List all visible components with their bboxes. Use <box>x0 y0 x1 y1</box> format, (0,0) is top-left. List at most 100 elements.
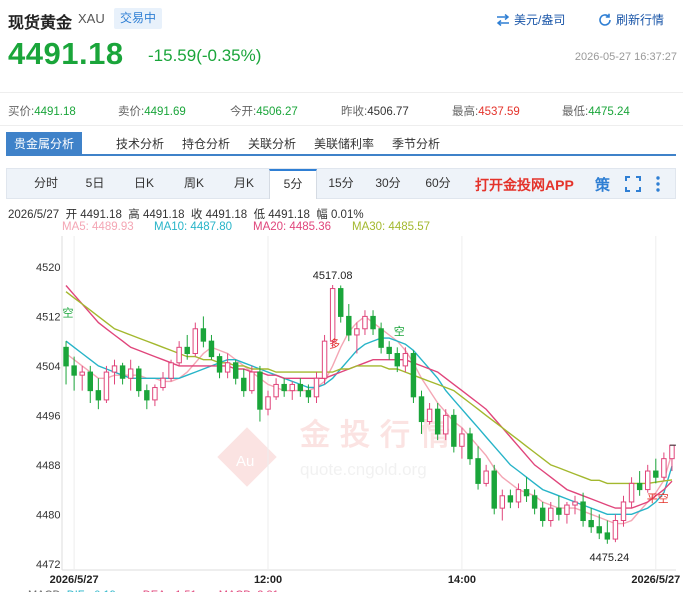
candlestick-chart[interactable]: Au 金投行情 quote.cngold.org 4520 4512 4504 449… <box>0 232 683 592</box>
candle-body <box>531 495 538 509</box>
candle-body <box>289 383 295 392</box>
candle-body <box>451 414 457 447</box>
candle-body <box>168 362 174 379</box>
watermark-logo: Au <box>236 453 254 470</box>
candle-body <box>507 495 514 503</box>
refresh-label: 刷新行情 <box>616 13 665 27</box>
candle <box>208 334 215 360</box>
candle-body <box>232 362 239 379</box>
tab-period-weekly[interactable]: 周K <box>169 169 219 198</box>
signal-marker: 平空 <box>647 491 669 505</box>
signal-marker: 空 <box>394 324 405 338</box>
candle-body <box>596 526 602 534</box>
refresh-button[interactable]: 刷新行情 <box>598 11 664 28</box>
candle <box>297 378 304 397</box>
tab-seasonal-analysis[interactable]: 季节分析 <box>392 132 440 156</box>
tab-technical-analysis[interactable]: 技术分析 <box>116 132 164 156</box>
candle-body <box>362 315 368 330</box>
candle-body <box>539 507 546 522</box>
candle <box>572 495 578 515</box>
watermark-url: quote.cngold.org <box>300 460 427 479</box>
candle <box>515 483 522 509</box>
candle <box>636 471 643 496</box>
x-tick-label: 2026/5/27 <box>631 574 680 586</box>
tab-fed-rate[interactable]: 美联储利率 <box>314 132 374 156</box>
candle-body <box>249 371 255 392</box>
tab-period-intraday[interactable]: 分时 <box>19 169 73 198</box>
candle-body <box>604 532 611 540</box>
candle-body <box>297 383 304 392</box>
currency-unit-label: 美元/盎司 <box>514 13 566 27</box>
candle-body <box>338 288 344 317</box>
candle-body <box>200 328 207 342</box>
candle-body <box>394 353 400 367</box>
candle-body <box>402 353 409 367</box>
candle <box>580 492 586 527</box>
tab-period-30min[interactable]: 30分 <box>365 169 411 198</box>
stat-prev-close: 昨收:4506.77 <box>341 106 409 118</box>
candle-body <box>556 507 562 515</box>
candle <box>192 322 199 357</box>
tab-period-monthly[interactable]: 月K <box>219 169 269 198</box>
candle-body <box>321 340 328 379</box>
candle-body <box>370 315 376 330</box>
candle <box>257 365 263 422</box>
strategy-icon[interactable]: 策 <box>595 174 610 195</box>
current-price: 4491.18 <box>8 36 124 71</box>
tab-precious-metal-analysis[interactable]: 贵金属分析 <box>6 132 83 156</box>
candle <box>63 341 69 385</box>
candle-body <box>386 346 392 355</box>
candle <box>612 514 619 543</box>
candle-body <box>305 390 312 398</box>
candle-body <box>459 433 465 447</box>
tab-period-5day[interactable]: 5日 <box>71 169 119 198</box>
candle-body <box>410 353 417 398</box>
tab-period-daily[interactable]: 日K <box>119 169 169 198</box>
candle <box>168 359 174 382</box>
candle-body <box>281 383 287 392</box>
candle-body <box>354 328 360 336</box>
candle-body <box>523 489 530 497</box>
candle-body <box>612 520 619 540</box>
candle-body <box>208 340 215 358</box>
tab-period-15min[interactable]: 15分 <box>319 169 363 198</box>
y-tick-label: 4496 <box>36 410 60 422</box>
candle <box>491 464 497 515</box>
candle-body <box>491 470 497 509</box>
candle-body <box>378 328 384 348</box>
fullscreen-icon[interactable] <box>625 176 641 196</box>
quote-stats-bar: 买价:4491.18 卖价:4491.69 今开:4506.27 昨收:4506… <box>0 92 683 126</box>
candle-body <box>329 288 336 342</box>
candle <box>176 341 182 366</box>
signal-marker: 空 <box>63 305 74 319</box>
candle <box>370 310 376 335</box>
candle-body <box>87 371 93 392</box>
stat-ask: 卖价:4491.69 <box>118 106 186 118</box>
candle <box>232 359 239 385</box>
instrument-name: 现货黄金 <box>8 15 73 32</box>
tab-period-5min[interactable]: 5分 <box>269 169 317 199</box>
tab-period-60min[interactable]: 60分 <box>413 169 463 198</box>
currency-unit-button[interactable]: 美元/盎司 <box>496 11 565 28</box>
candle <box>499 489 506 521</box>
candle <box>289 381 295 400</box>
candle <box>604 520 611 544</box>
candle <box>588 508 594 533</box>
candle <box>216 353 223 379</box>
open-app-link[interactable]: 打开金投网APP <box>475 175 574 195</box>
candle <box>459 427 465 459</box>
x-tick-label: 14:00 <box>448 574 476 586</box>
candle <box>362 310 368 335</box>
low-price-annotation: 4475.24 <box>590 552 630 564</box>
candle-body <box>499 495 506 509</box>
candle <box>281 378 287 397</box>
candle-body <box>216 356 223 373</box>
candle <box>628 477 635 509</box>
candle <box>79 365 85 391</box>
tab-correlation-analysis[interactable]: 关联分析 <box>248 132 296 156</box>
candle-body <box>111 365 118 373</box>
tab-position-analysis[interactable]: 持仓分析 <box>182 132 230 156</box>
candle-body <box>63 346 69 367</box>
more-icon[interactable] <box>655 175 661 197</box>
candle <box>200 316 207 348</box>
